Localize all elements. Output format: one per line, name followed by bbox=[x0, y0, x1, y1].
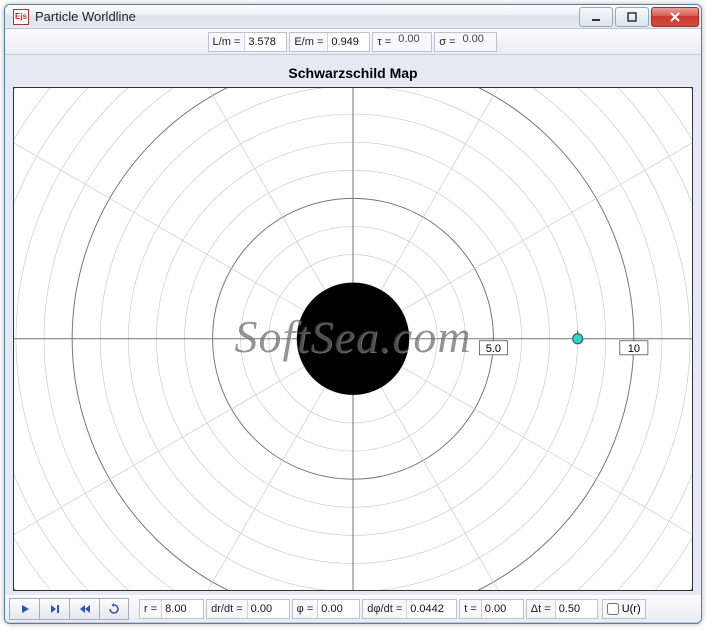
rewind-button[interactable] bbox=[69, 598, 99, 620]
L-label: L/m = bbox=[209, 36, 245, 48]
param-E: E/m = bbox=[289, 32, 370, 52]
tau-label: τ = bbox=[373, 36, 395, 48]
r-input[interactable] bbox=[161, 600, 203, 618]
dt-input[interactable] bbox=[555, 600, 597, 618]
r-label: r = bbox=[140, 603, 161, 615]
L-input[interactable] bbox=[244, 33, 286, 51]
app-window: Ejs Particle Worldline L/m = E/m = τ = bbox=[4, 4, 702, 624]
ur-label: U(r) bbox=[622, 603, 641, 615]
app-icon: Ejs bbox=[13, 9, 29, 25]
dphidt-label: dφ/dt = bbox=[363, 603, 406, 615]
param-r: r = bbox=[139, 599, 204, 619]
window-controls bbox=[577, 7, 699, 27]
svg-text:10: 10 bbox=[628, 343, 640, 355]
tau-value: 0.00 bbox=[395, 33, 431, 51]
play-controls bbox=[9, 598, 129, 620]
sigma-value: 0.00 bbox=[460, 33, 496, 51]
phi-input[interactable] bbox=[317, 600, 359, 618]
dt-label: Δt = bbox=[527, 603, 555, 615]
param-dt: Δt = bbox=[526, 599, 598, 619]
param-sigma: σ = 0.00 bbox=[434, 32, 496, 52]
map-title: Schwarzschild Map bbox=[13, 61, 693, 87]
param-L: L/m = bbox=[208, 32, 288, 52]
sigma-label: σ = bbox=[435, 36, 459, 48]
param-drdt: dr/dt = bbox=[206, 599, 290, 619]
close-button[interactable] bbox=[651, 7, 699, 27]
param-phi: φ = bbox=[292, 599, 361, 619]
E-input[interactable] bbox=[327, 33, 369, 51]
play-button[interactable] bbox=[9, 598, 39, 620]
param-t: t = bbox=[459, 599, 524, 619]
ur-checkbox-group[interactable]: U(r) bbox=[602, 599, 646, 619]
titlebar: Ejs Particle Worldline bbox=[5, 5, 701, 29]
bottom-toolbar: r = dr/dt = φ = dφ/dt = t = Δt = U(r) bbox=[5, 595, 701, 623]
t-input[interactable] bbox=[481, 600, 523, 618]
canvas-area: Schwarzschild Map 5.010 SoftSea.com bbox=[5, 55, 701, 595]
E-label: E/m = bbox=[290, 36, 327, 48]
svg-text:5.0: 5.0 bbox=[486, 343, 501, 355]
window-title: Particle Worldline bbox=[35, 9, 577, 24]
param-dphidt: dφ/dt = bbox=[362, 599, 457, 619]
schwarzschild-plot[interactable]: 5.010 SoftSea.com bbox=[13, 87, 693, 591]
step-button[interactable] bbox=[39, 598, 69, 620]
reset-button[interactable] bbox=[99, 598, 129, 620]
dphidt-input[interactable] bbox=[406, 600, 456, 618]
t-label: t = bbox=[460, 603, 481, 615]
drdt-label: dr/dt = bbox=[207, 603, 247, 615]
phi-label: φ = bbox=[293, 603, 318, 615]
param-tau: τ = 0.00 bbox=[372, 32, 432, 52]
top-toolbar: L/m = E/m = τ = 0.00 σ = 0.00 bbox=[5, 29, 701, 55]
minimize-button[interactable] bbox=[579, 7, 613, 27]
maximize-button[interactable] bbox=[615, 7, 649, 27]
ur-checkbox[interactable] bbox=[607, 603, 619, 615]
drdt-input[interactable] bbox=[247, 600, 289, 618]
